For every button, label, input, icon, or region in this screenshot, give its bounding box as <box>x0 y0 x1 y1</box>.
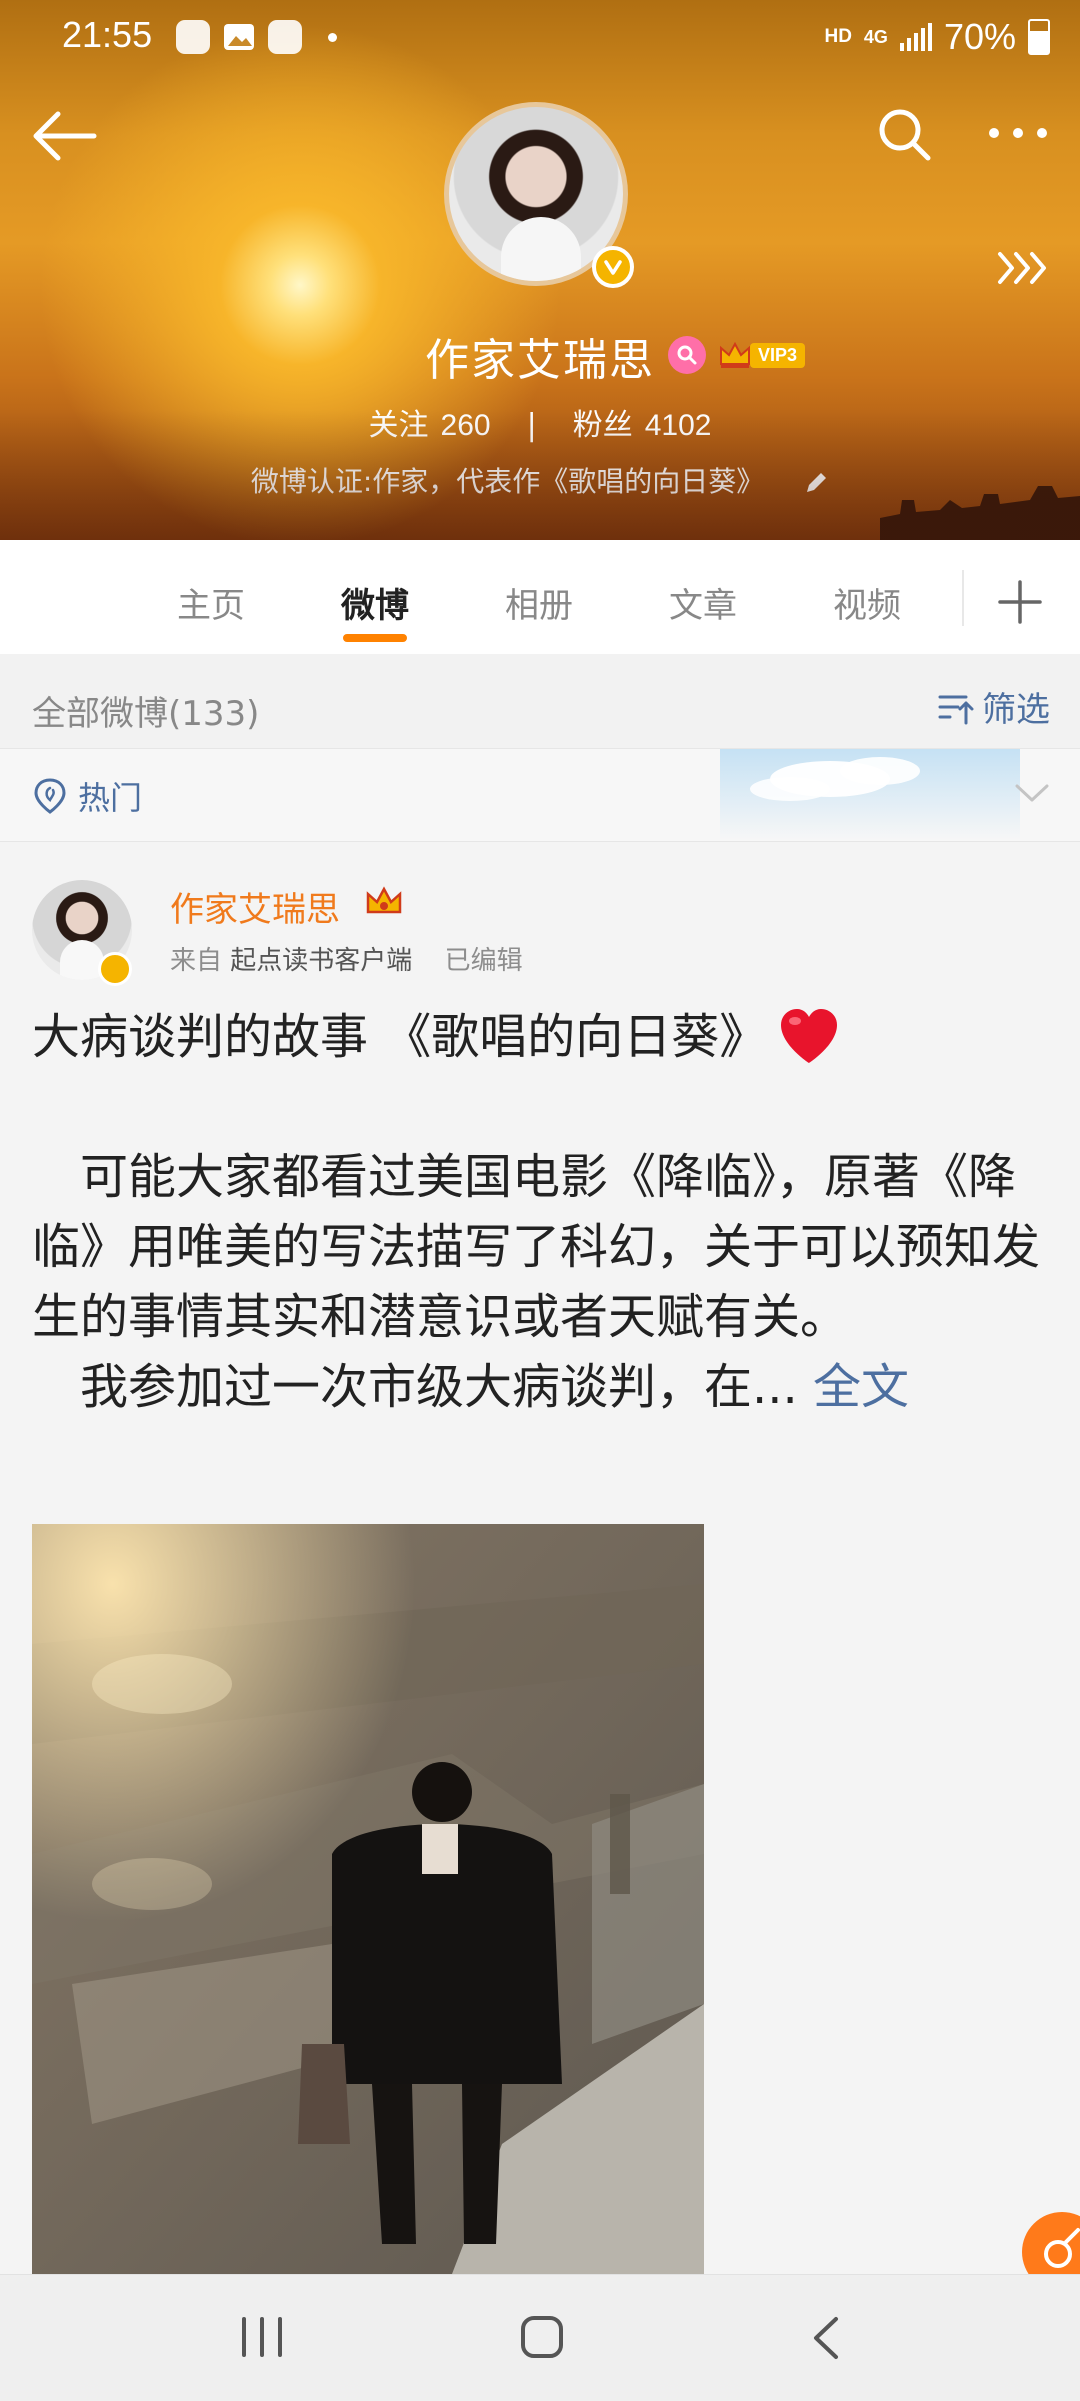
name-badges: VIP3 <box>668 336 806 374</box>
weibo-post: 作家艾瑞思 来自 起点读书客户端 已编辑 大病谈判的故事 《歌唱的向日葵》 可能… <box>0 842 1080 2274</box>
post-source: 来自 起点读书客户端 已编辑 <box>170 940 523 977</box>
chevron-down-icon[interactable] <box>1014 781 1050 805</box>
expand-chevrons-icon[interactable] <box>996 248 1052 288</box>
recent-apps-icon[interactable] <box>238 2315 286 2359</box>
status-right: HD 4G 70% <box>824 16 1050 58</box>
post-paragraph-2: 我参加过一次市级大病谈判，在... <box>80 1359 798 1415</box>
tab-videos[interactable]: 视频 <box>812 578 922 627</box>
edit-pencil-icon[interactable] <box>803 470 829 496</box>
verified-badge-icon <box>98 952 132 986</box>
crown-icon <box>720 341 750 368</box>
search-icon[interactable] <box>874 104 934 164</box>
pink-search-badge-icon[interactable] <box>668 336 706 374</box>
followers-count: 4102 <box>644 409 712 442</box>
more-icon[interactable] <box>986 118 1050 148</box>
hd-label: HD <box>824 26 852 47</box>
dot-icon <box>328 32 337 42</box>
home-icon[interactable] <box>520 2315 564 2359</box>
verified-badge-icon <box>592 246 634 288</box>
following-count: 260 <box>440 409 491 442</box>
add-tab-plus-icon[interactable] <box>994 576 1046 628</box>
tab-album[interactable]: 相册 <box>484 578 594 627</box>
post-title: 大病谈判的故事 《歌唱的向日葵》 <box>32 1009 768 1065</box>
active-tab-indicator <box>343 634 407 642</box>
vip-level-label: VIP3 <box>750 342 806 368</box>
status-bar: 21:55 HD 4G 70% <box>0 0 1080 76</box>
certification-text: 微博认证:作家，代表作《歌唱的向日葵》 <box>250 465 765 498</box>
status-time: 21:55 <box>62 14 153 55</box>
profile-name: 作家艾瑞思 <box>425 335 655 386</box>
source-app: 起点读书客户端 <box>230 946 413 976</box>
check-icon <box>268 20 302 54</box>
notification-icons <box>176 20 337 54</box>
tab-articles[interactable]: 文章 <box>648 578 758 627</box>
nav-back-icon[interactable] <box>808 2315 844 2361</box>
check-icon <box>176 20 210 54</box>
back-arrow-icon[interactable] <box>30 108 100 164</box>
post-content[interactable]: 大病谈判的故事 《歌唱的向日葵》 可能大家都看过美国电影《降临》，原著《降临》用… <box>32 1002 1042 1422</box>
profile-tabs: 主页 微博 相册 文章 视频 <box>0 540 1080 654</box>
filter-sort-icon <box>938 695 974 724</box>
rooftop-silhouette <box>880 486 1080 540</box>
battery-percent: 70% <box>943 16 1016 57</box>
following-stat[interactable]: 关注 260 <box>369 408 491 443</box>
vip-crown-icon[interactable] <box>364 884 404 920</box>
network-label: 4G <box>863 27 888 47</box>
filter-row: 全部微博(133) 筛选 <box>0 672 1080 748</box>
vip-badge[interactable]: VIP3 <box>718 340 806 370</box>
cloud-decoration <box>720 749 1020 841</box>
post-photo[interactable] <box>32 1524 704 2274</box>
edited-label: 已编辑 <box>444 946 523 976</box>
filter-label: 筛选 <box>982 690 1050 730</box>
post-paragraph-1: 可能大家都看过美国电影《降临》，原著《降临》用唯美的写法描写了科幻，关于可以预知… <box>32 1149 1041 1345</box>
hot-pin-icon <box>34 778 66 814</box>
followers-stat[interactable]: 粉丝 4102 <box>573 408 712 443</box>
follow-stats: 关注 260 | 粉丝 4102 <box>0 400 1080 444</box>
source-prefix: 来自 <box>170 946 223 976</box>
followers-label: 粉丝 <box>572 408 633 443</box>
stat-separator: | <box>526 408 537 443</box>
all-posts-count: 全部微博(133) <box>32 694 260 734</box>
hot-text: 热门 <box>78 779 143 817</box>
profile-header: 21:55 HD 4G 70% 作家艾瑞思 VIP3 关注 260 | 粉丝 4… <box>0 0 1080 540</box>
tab-divider <box>962 570 964 626</box>
battery-icon <box>1028 19 1050 55</box>
system-nav-bar <box>0 2274 1080 2401</box>
tab-weibo[interactable]: 微博 <box>320 578 430 627</box>
gallery-icon <box>224 24 254 50</box>
certification-line: 微博认证:作家，代表作《歌唱的向日葵》 <box>0 460 1080 500</box>
hot-row[interactable]: 热门 <box>0 748 1080 842</box>
hot-label: 热门 <box>32 773 142 819</box>
read-more-link[interactable]: 全文 <box>813 1359 909 1415</box>
photo-woman-by-stone-wall <box>32 1524 704 2274</box>
red-heart-icon <box>781 1009 838 1063</box>
signal-icon <box>899 23 932 51</box>
tab-home[interactable]: 主页 <box>156 578 266 627</box>
following-label: 关注 <box>368 408 429 443</box>
post-author[interactable]: 作家艾瑞思 <box>170 882 340 931</box>
filter-button[interactable]: 筛选 <box>936 682 1050 731</box>
battery-fill <box>1030 30 1048 53</box>
